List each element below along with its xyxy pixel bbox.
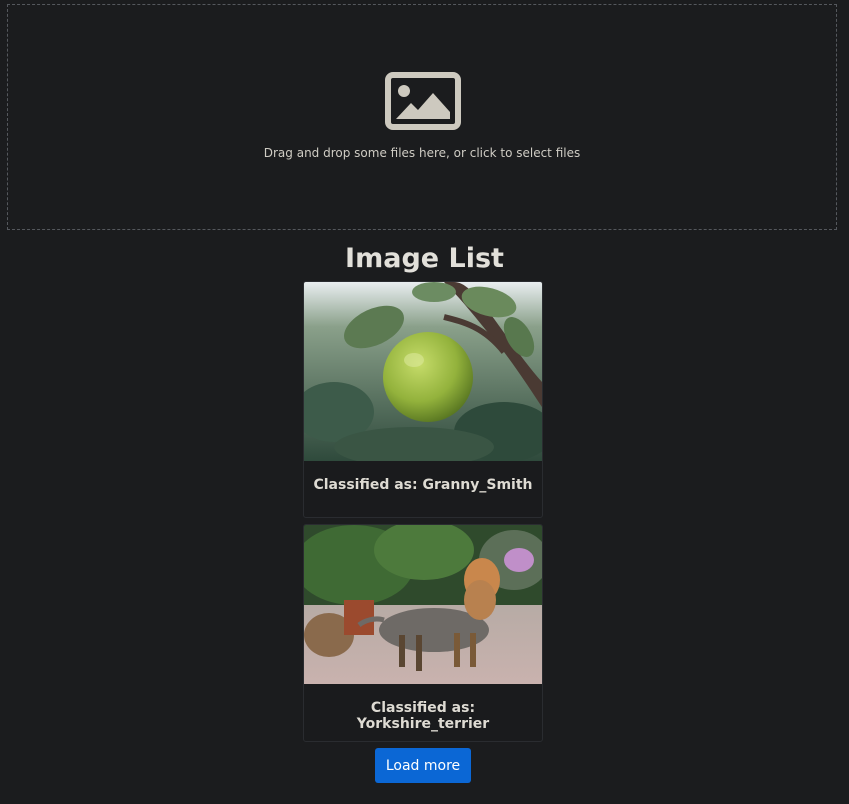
file-dropzone[interactable]: Drag and drop some files here, or click …	[7, 4, 837, 230]
image-card: Classified as: Yorkshire_terrier	[303, 524, 543, 742]
page: Drag and drop some files here, or click …	[0, 0, 849, 804]
classification-label: Classified as: Granny_Smith	[313, 477, 533, 493]
load-more-button[interactable]: Load more	[375, 748, 471, 783]
image-icon	[385, 72, 461, 130]
image-list-title: Image List	[345, 243, 504, 274]
dropzone-instructions: Drag and drop some files here, or click …	[263, 146, 581, 160]
classification-label: Classified as: Yorkshire_terrier	[356, 700, 490, 732]
image-card: Classified as: Granny_Smith	[303, 281, 543, 518]
image-thumbnail[interactable]	[304, 525, 542, 684]
image-thumbnail[interactable]	[304, 282, 542, 461]
